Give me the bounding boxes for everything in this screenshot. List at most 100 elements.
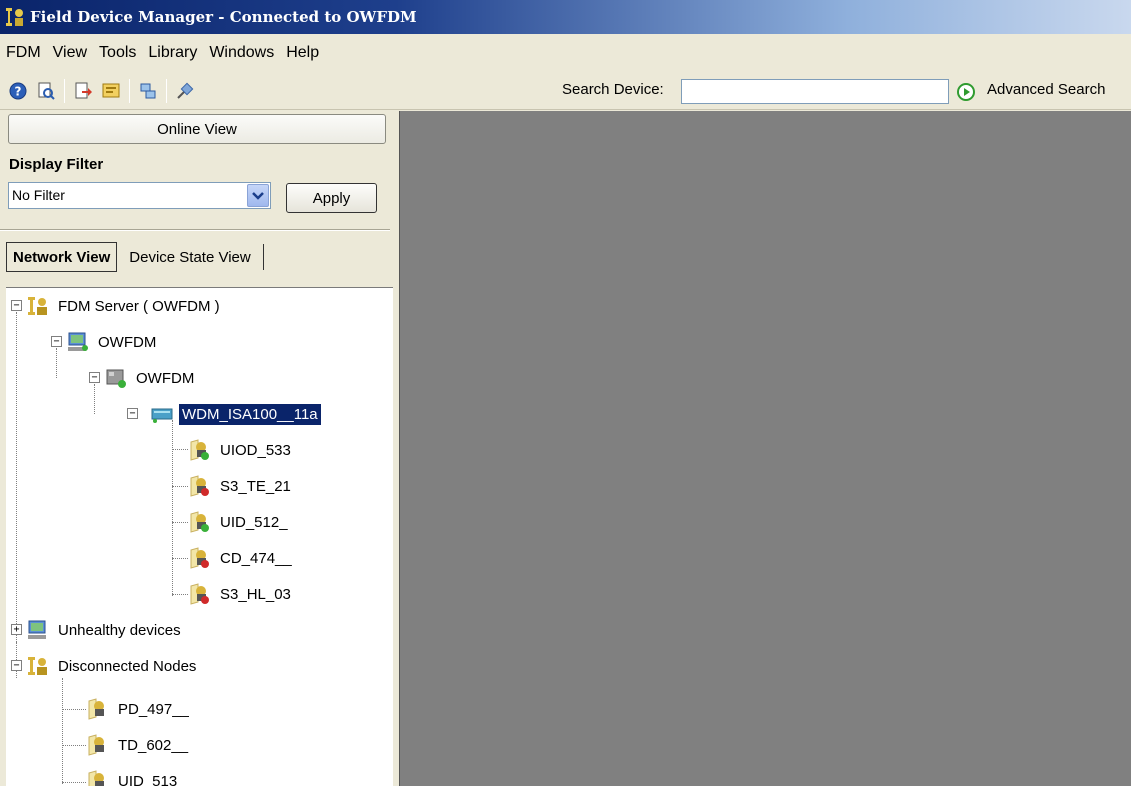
collapse-icon[interactable]: − bbox=[127, 408, 138, 419]
menu-tools[interactable]: Tools bbox=[93, 44, 142, 62]
view-tabs: Network View Device State View bbox=[6, 241, 264, 273]
toolbar-separator bbox=[166, 78, 167, 103]
device-ok-icon bbox=[190, 439, 209, 461]
divider bbox=[0, 229, 390, 231]
menu-help[interactable]: Help bbox=[280, 44, 325, 62]
tree-node-device[interactable]: S3_HL_03 bbox=[188, 578, 294, 610]
tree-label: S3_TE_21 bbox=[220, 477, 291, 495]
tree-node-device[interactable]: UIOD_533 bbox=[188, 434, 294, 466]
collapse-icon[interactable]: − bbox=[11, 300, 22, 311]
tree-line bbox=[94, 384, 95, 414]
report-icon[interactable] bbox=[99, 79, 123, 103]
device-error-icon bbox=[190, 475, 209, 497]
menu-fdm[interactable]: FDM bbox=[0, 44, 47, 62]
tree-label: OWFDM bbox=[136, 369, 195, 387]
chevron-down-icon[interactable] bbox=[247, 184, 269, 207]
print-preview-icon[interactable] bbox=[34, 79, 58, 103]
device-error-icon bbox=[190, 583, 209, 605]
menu-bar: FDM View Tools Library Windows Help bbox=[0, 34, 1131, 72]
tree-line bbox=[62, 782, 86, 783]
tree-label: CD_474__ bbox=[220, 549, 292, 567]
menu-view[interactable]: View bbox=[47, 44, 93, 62]
tree-label: Disconnected Nodes bbox=[58, 657, 197, 675]
expand-icon[interactable]: + bbox=[11, 624, 22, 635]
left-pane: Online View Display Filter No Filter App… bbox=[0, 111, 399, 786]
collapse-icon[interactable]: − bbox=[89, 372, 100, 383]
tree-node-owfdm-computer[interactable]: OWFDM bbox=[66, 326, 159, 358]
tree-label: TD_602__ bbox=[118, 736, 189, 754]
device-icon bbox=[88, 698, 104, 720]
tree-label: FDM Server ( OWFDM ) bbox=[58, 297, 220, 315]
tree-line bbox=[62, 745, 86, 746]
online-view-button[interactable]: Online View bbox=[8, 114, 386, 144]
search-device-label: Search Device: bbox=[562, 81, 664, 98]
device-icon bbox=[88, 734, 104, 756]
tree-line bbox=[172, 420, 173, 596]
tree-node-device[interactable]: UID_513_ bbox=[86, 765, 189, 786]
svg-text:?: ? bbox=[15, 84, 22, 98]
server-icon bbox=[28, 297, 47, 315]
display-filter-label: Display Filter bbox=[9, 156, 104, 173]
apply-button[interactable]: Apply bbox=[286, 183, 377, 213]
tree-node-device[interactable]: TD_602__ bbox=[86, 729, 191, 761]
tree-line bbox=[56, 348, 57, 378]
tree-node-fdm-server[interactable]: FDM Server ( OWFDM ) bbox=[26, 290, 223, 322]
tree-line bbox=[172, 486, 188, 487]
toolbar-separator bbox=[129, 78, 130, 103]
gateway-icon bbox=[151, 408, 173, 423]
network-icon[interactable] bbox=[136, 79, 160, 103]
tree-line bbox=[62, 709, 86, 710]
tree-line bbox=[172, 594, 188, 595]
tree-line bbox=[172, 558, 188, 559]
tree-node-unhealthy[interactable]: Unhealthy devices bbox=[26, 614, 184, 646]
help-icon[interactable]: ? bbox=[6, 79, 30, 103]
tree-label: S3_HL_03 bbox=[220, 585, 291, 603]
tab-network-view[interactable]: Network View bbox=[6, 242, 118, 272]
tree-label: UIOD_533 bbox=[220, 441, 291, 459]
tree-node-device[interactable]: PD_497__ bbox=[86, 693, 192, 725]
computer-icon bbox=[68, 332, 88, 351]
tree-line bbox=[62, 678, 63, 784]
display-filter-value: No Filter bbox=[12, 187, 65, 203]
device-ok-icon bbox=[190, 511, 209, 533]
tree-node-device[interactable]: UID_512_ bbox=[188, 506, 291, 538]
export-icon[interactable] bbox=[71, 79, 95, 103]
tree-node-disconnected[interactable]: Disconnected Nodes bbox=[26, 650, 199, 682]
advanced-search-link[interactable]: Advanced Search bbox=[987, 81, 1105, 98]
plug-icon[interactable] bbox=[173, 79, 197, 103]
tab-separator bbox=[262, 244, 264, 270]
go-icon[interactable] bbox=[956, 82, 976, 102]
tree-label: UID_512_ bbox=[220, 513, 288, 531]
tree-label: OWFDM bbox=[98, 333, 157, 351]
tree-node-owfdm-module[interactable]: OWFDM bbox=[104, 362, 197, 394]
workspace-area bbox=[399, 111, 1131, 786]
tree-node-device[interactable]: S3_TE_21 bbox=[188, 470, 294, 502]
window-title: Field Device Manager - Connected to OWFD… bbox=[30, 8, 417, 26]
collapse-icon[interactable]: − bbox=[51, 336, 62, 347]
computer-icon bbox=[28, 620, 46, 639]
fdm-app-icon bbox=[6, 8, 23, 26]
menu-library[interactable]: Library bbox=[142, 44, 203, 62]
toolbar-separator bbox=[64, 78, 65, 103]
tree-line bbox=[172, 522, 188, 523]
tree-label: Unhealthy devices bbox=[58, 621, 181, 639]
tree-line bbox=[172, 449, 188, 450]
display-filter-select[interactable]: No Filter bbox=[8, 182, 271, 209]
menu-windows[interactable]: Windows bbox=[203, 44, 280, 62]
device-error-icon bbox=[190, 547, 209, 569]
server-icon bbox=[28, 657, 47, 675]
tree-label: WDM_ISA100__11a bbox=[179, 403, 321, 425]
module-icon bbox=[106, 369, 126, 388]
tree-node-wdm-network[interactable]: WDM_ISA100__11a bbox=[150, 398, 321, 430]
title-bar: Field Device Manager - Connected to OWFD… bbox=[0, 0, 1131, 34]
device-icon bbox=[88, 770, 104, 786]
toolbar: ? Search Device: Advanced Search bbox=[0, 72, 1131, 110]
tree-label: UID_513_ bbox=[118, 772, 186, 786]
collapse-icon[interactable]: − bbox=[11, 660, 22, 671]
tab-device-state-view[interactable]: Device State View bbox=[123, 242, 256, 272]
search-device-input[interactable] bbox=[681, 79, 949, 104]
network-tree: − FDM Server ( OWFDM ) − OWFDM − OWFDM −… bbox=[6, 287, 393, 786]
tree-line bbox=[16, 312, 17, 642]
tree-node-device[interactable]: CD_474__ bbox=[188, 542, 295, 574]
tree-label: PD_497__ bbox=[118, 700, 189, 718]
